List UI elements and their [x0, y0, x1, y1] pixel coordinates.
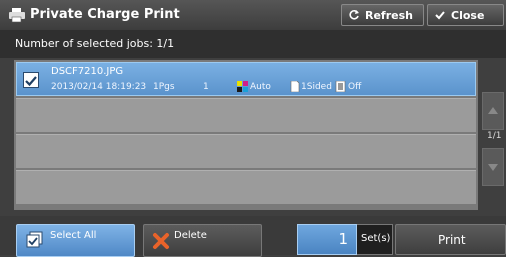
delete-label: Delete [174, 230, 207, 241]
select-all-label: Select All [50, 230, 97, 241]
select-all-icon [26, 231, 43, 248]
job-color-mode: Auto [250, 82, 271, 92]
sets-label: Set(s) [361, 233, 391, 244]
refresh-icon [349, 10, 359, 20]
page-title: Private Charge Print [30, 7, 180, 22]
select-all-button[interactable]: Select All [16, 224, 135, 257]
close-button[interactable]: Close [427, 4, 504, 26]
checkmark-icon [435, 11, 445, 20]
color-mode-icon [237, 81, 248, 92]
print-label: Print [438, 233, 466, 247]
selection-count-bar: Number of selected jobs: 1/1 [0, 30, 506, 58]
selected-jobs-count: Number of selected jobs: 1/1 [15, 37, 175, 50]
job-row[interactable]: DSCF7210.JPG 2013/02/14 18:19:23 1Pgs 1 … [16, 62, 476, 96]
scroll-up-button[interactable] [482, 92, 504, 130]
empty-row [16, 134, 476, 168]
page-indicator: 1/1 [487, 131, 502, 141]
job-filename: DSCF7210.JPG [51, 66, 124, 77]
empty-row [16, 98, 476, 132]
sets-value: 1 [338, 230, 348, 248]
one-sided-icon [290, 81, 300, 92]
empty-row [16, 170, 476, 204]
scroll-down-button[interactable] [482, 148, 504, 186]
job-sided: 1Sided [301, 82, 332, 92]
title-bar: Private Charge Print Refresh Close [0, 0, 506, 31]
arrow-down-icon [488, 164, 498, 171]
job-checkbox[interactable] [23, 72, 39, 88]
sets-quantity-field[interactable]: 1 [297, 224, 357, 255]
arrow-up-icon [488, 107, 498, 114]
refresh-label: Refresh [365, 8, 413, 22]
print-button[interactable]: Print [395, 224, 506, 255]
delete-x-icon [153, 233, 169, 249]
job-datetime: 2013/02/14 18:19:23 [51, 82, 147, 92]
staple-icon [335, 81, 346, 92]
job-staple: Off [348, 82, 362, 92]
refresh-button[interactable]: Refresh [341, 4, 424, 26]
job-pages: 1Pgs [153, 82, 175, 92]
job-copies: 1 [203, 82, 209, 92]
delete-button[interactable]: Delete [143, 224, 262, 257]
printer-icon [9, 8, 25, 23]
close-label: Close [451, 8, 485, 22]
checkmark-icon [25, 76, 37, 87]
job-list: DSCF7210.JPG 2013/02/14 18:19:23 1Pgs 1 … [14, 60, 478, 210]
